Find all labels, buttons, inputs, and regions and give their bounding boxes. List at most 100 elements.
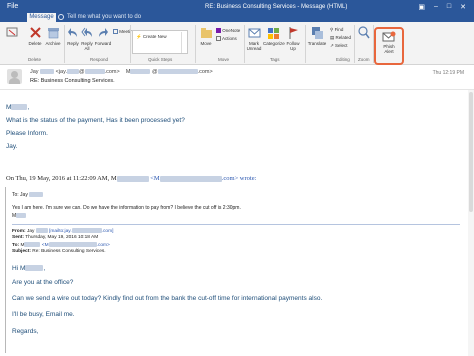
mark-unread-button[interactable]: Mark Unread xyxy=(246,26,262,51)
zoom-icon xyxy=(358,26,370,39)
minimize-icon[interactable]: – xyxy=(434,3,438,11)
ribbon-separator xyxy=(64,25,65,63)
quoted-to-line: To: Jay xyxy=(12,192,44,198)
archive-icon xyxy=(47,28,59,39)
onenote-label: OneNote xyxy=(222,28,241,33)
quote-intro-email-start[interactable]: <M xyxy=(150,175,159,182)
onenote-button[interactable]: OneNote xyxy=(216,28,241,34)
quoted-sent-line: Sent: Thursday, May 19, 2016 10:18 AM xyxy=(12,235,98,240)
reply-all-button[interactable]: Reply All xyxy=(80,26,94,51)
ribbon-display-icon[interactable]: ▣ xyxy=(418,3,425,11)
onenote-icon xyxy=(216,28,221,34)
follow-up-label: Follow Up xyxy=(286,41,300,51)
related-button[interactable]: ▤ Related xyxy=(330,35,351,40)
tab-file[interactable]: File xyxy=(7,3,18,10)
quote-intro: On Thu, 19 May, 2016 at 11:22:09 AM, M <… xyxy=(6,175,256,182)
follow-up-button[interactable]: Follow Up xyxy=(284,26,302,51)
group-label-editing: Editing xyxy=(336,57,350,62)
categorize-button[interactable]: Categorize xyxy=(263,26,285,46)
quoted-from-mailto-end[interactable]: .com] xyxy=(102,229,114,234)
sender-address-start: <jay. xyxy=(55,69,67,75)
reply-button[interactable]: Reply xyxy=(66,26,80,46)
redacted-text xyxy=(35,228,48,233)
quoted-sent-label: Sent: xyxy=(12,235,24,240)
body-signoff: Jay. xyxy=(6,143,18,150)
ignore-button[interactable] xyxy=(4,26,20,39)
ribbon-separator xyxy=(130,25,131,63)
quoted-line-busy: I'll be busy, Email me. xyxy=(12,311,75,318)
lightning-icon: ⚡ xyxy=(136,34,142,39)
zoom-button[interactable] xyxy=(356,26,372,41)
quoted-to-header-label: To: xyxy=(12,242,20,248)
ignore-icon xyxy=(6,27,18,37)
quick-step-create-new[interactable]: ⚡ Create New xyxy=(136,34,167,40)
quoted-greeting: Hi M, xyxy=(12,265,45,272)
maximize-icon[interactable]: □ xyxy=(447,3,451,11)
redacted-text xyxy=(24,242,41,247)
quoted-subject-value: Re: Business Consulting Services. xyxy=(32,249,106,254)
redacted-text xyxy=(157,69,198,75)
quoted-question-1: Are you at the office? xyxy=(12,279,74,286)
close-icon[interactable]: ✕ xyxy=(460,3,466,11)
forward-button[interactable]: Forward xyxy=(94,26,112,46)
redacted-text xyxy=(67,69,79,75)
reply-all-icon xyxy=(81,27,92,37)
gallery-scroll[interactable] xyxy=(181,32,186,53)
greeting-comma: , xyxy=(27,104,30,111)
select-button[interactable]: ↗ Select xyxy=(330,43,348,48)
ribbon-separator xyxy=(244,25,245,63)
actions-button[interactable]: Actions xyxy=(216,36,237,42)
quoted-subject-label: Subject: xyxy=(12,249,31,254)
delete-button[interactable]: Delete xyxy=(26,26,44,46)
quoted-from-line: From: Jay [mailto:jay. .com] xyxy=(12,228,113,234)
phish-alert-highlight xyxy=(374,27,404,65)
group-label-zoom: Zoom xyxy=(358,57,370,62)
translate-icon xyxy=(311,27,323,39)
categorize-icon xyxy=(267,28,279,39)
group-label-tags: Tags xyxy=(270,57,280,62)
quick-steps-gallery[interactable]: ⚡ Create New xyxy=(132,30,188,54)
archive-button[interactable]: Archive xyxy=(44,26,62,46)
scroll-thumb[interactable] xyxy=(469,92,473,212)
group-label-quick-steps: Quick Steps xyxy=(148,57,173,62)
sender-address-end: .com> xyxy=(104,69,120,75)
group-label-delete: Delete xyxy=(28,57,42,62)
quote-intro-email-end[interactable]: .com> wrote: xyxy=(222,175,257,182)
sender-name[interactable]: Jay xyxy=(30,69,39,75)
actions-label: Actions xyxy=(222,36,237,41)
flag-icon xyxy=(289,27,298,39)
forward-label: Forward xyxy=(94,41,112,46)
body-line-2: Please Inform. xyxy=(6,130,48,137)
reply-all-label: Reply All xyxy=(81,41,93,51)
message-subject: RE: Business Consulting Services. xyxy=(30,78,115,84)
translate-label: Translate xyxy=(307,41,327,46)
find-button[interactable]: ⚲ Find xyxy=(330,27,343,32)
quoted-line-2: M xyxy=(12,213,27,219)
redacted-text xyxy=(25,265,44,272)
avatar xyxy=(7,69,22,84)
quoted-from-name: Jay xyxy=(26,228,35,234)
ribbon-separator xyxy=(354,25,355,63)
window-title: RE: Business Consulting Services - Messa… xyxy=(205,4,348,10)
quoted-to-email[interactable]: <M xyxy=(42,243,49,248)
quoted-from-mailto[interactable]: [mailto:jay. xyxy=(49,229,72,234)
message-time: Thu 12:19 PM xyxy=(432,70,464,76)
quote-intro-date: On Thu, 19 May, 2016 at 11:22:09 AM, M xyxy=(6,175,117,182)
tab-message[interactable]: Message xyxy=(27,13,56,22)
move-button[interactable]: Move xyxy=(198,26,214,46)
ribbon-separator xyxy=(195,25,196,63)
related-label: Related xyxy=(335,35,352,40)
header-from-line: Jay <jay. @ .com> M @ .com> xyxy=(30,69,213,75)
envelope-icon xyxy=(248,28,260,38)
redacted-text xyxy=(48,242,97,247)
translate-button[interactable]: Translate xyxy=(307,26,327,46)
binoculars-icon: ⚲ xyxy=(330,27,334,32)
quoted-sent-value: Thursday, May 19, 2016 10:18 AM xyxy=(25,235,99,240)
redacted-text xyxy=(71,228,102,233)
tell-me-search[interactable]: Tell me what you want to do xyxy=(67,14,141,20)
quoted-to-email-end[interactable]: .com> xyxy=(97,243,110,248)
select-label: Select xyxy=(335,43,348,48)
body-line-1: What is the status of the payment, Has i… xyxy=(6,117,185,124)
body-greeting: M, xyxy=(6,104,29,111)
quoted-divider xyxy=(12,224,460,225)
